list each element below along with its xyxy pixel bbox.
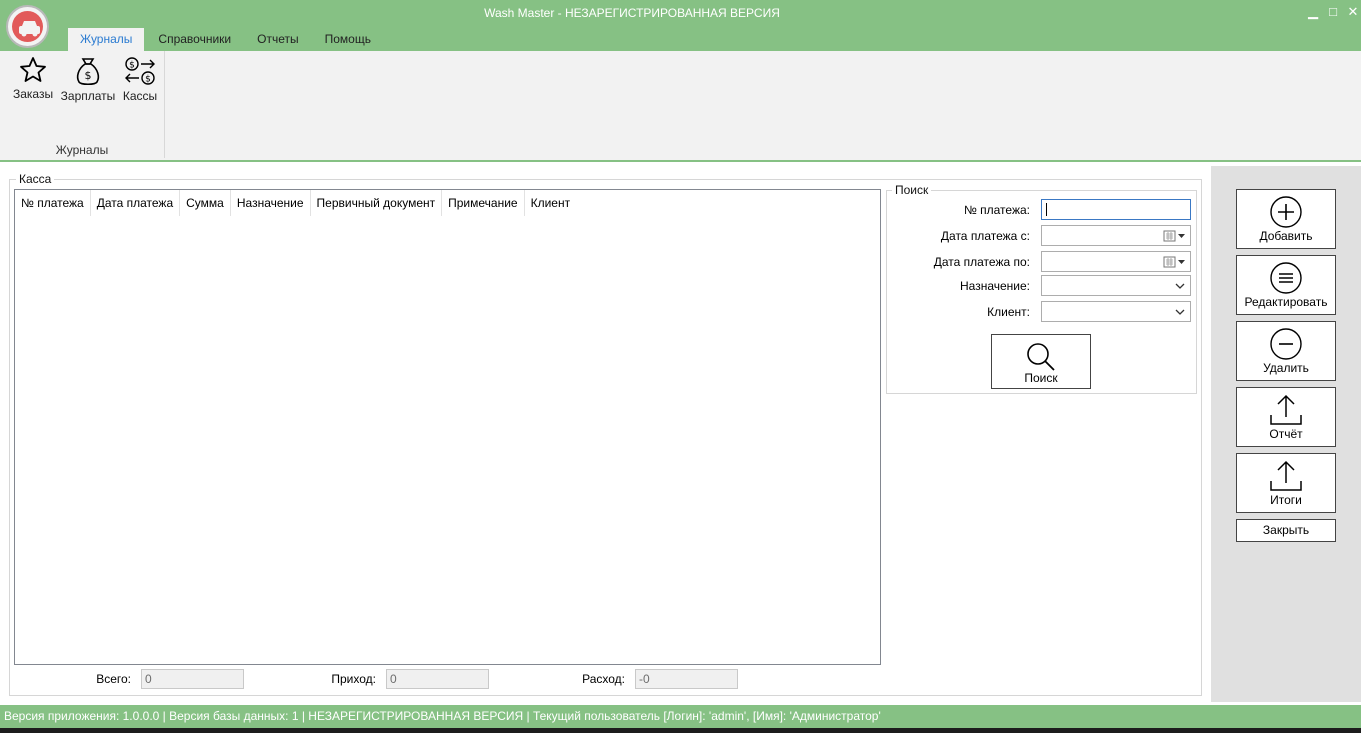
- minus-circle-icon: [1270, 328, 1302, 360]
- delete-button[interactable]: Удалить: [1236, 321, 1336, 381]
- column-header-payment-no[interactable]: № платежа: [15, 190, 91, 216]
- column-header-note[interactable]: Примечание: [442, 190, 525, 216]
- status-bar: Версия приложения: 1.0.0.0 | Версия базы…: [0, 705, 1361, 728]
- ribbon-group-label: Журналы: [55, 143, 109, 157]
- svg-text:$: $: [129, 61, 135, 71]
- window-title: Wash Master - НЕЗАРЕГИСТРИРОВАННАЯ ВЕРСИ…: [484, 6, 780, 20]
- ribbon-orders-button[interactable]: Заказы: [13, 55, 53, 101]
- income-label: Приход:: [331, 672, 376, 686]
- totals-button-label: Итоги: [1270, 493, 1302, 507]
- maximize-button[interactable]: □: [1325, 4, 1341, 20]
- close-window-button[interactable]: ✕: [1345, 4, 1361, 20]
- star-icon: [20, 57, 46, 82]
- chevron-down-icon: [1175, 309, 1185, 315]
- edit-button-label: Редактировать: [1244, 295, 1328, 309]
- tab-journals[interactable]: Журналы: [68, 28, 145, 51]
- svg-text:$: $: [145, 75, 151, 85]
- expense-label: Расход:: [582, 672, 625, 686]
- text-caret: [1046, 203, 1047, 216]
- money-bag-icon: $: [76, 58, 100, 86]
- add-button[interactable]: Добавить: [1236, 189, 1336, 249]
- client-label: Клиент:: [987, 305, 1030, 319]
- upload-icon: [1270, 394, 1302, 425]
- search-icon: [1027, 343, 1055, 371]
- edit-button[interactable]: Редактировать: [1236, 255, 1336, 315]
- ribbon-cashboxes-button[interactable]: $ $ Кассы: [120, 55, 160, 103]
- report-button[interactable]: Отчёт: [1236, 387, 1336, 447]
- close-button[interactable]: Закрыть: [1236, 519, 1336, 542]
- menu-tabs: Журналы Справочники Отчеты Помощь: [68, 28, 385, 51]
- delete-button-label: Удалить: [1263, 361, 1309, 375]
- add-button-label: Добавить: [1259, 229, 1313, 243]
- date-from-label: Дата платежа с:: [940, 229, 1030, 243]
- search-button-label: Поиск: [1024, 371, 1058, 385]
- total-field: 0: [141, 669, 244, 689]
- expense-field: -0: [635, 669, 738, 689]
- calendar-dropdown-icon[interactable]: [1163, 255, 1187, 269]
- car-icon: [19, 21, 40, 37]
- menu-circle-icon: [1270, 262, 1302, 294]
- total-label: Всего:: [96, 672, 131, 686]
- currency-exchange-icon: $ $: [125, 57, 155, 85]
- plus-circle-icon: [1270, 196, 1302, 228]
- payments-grid[interactable]: № платежа Дата платежа Сумма Назначение …: [14, 189, 881, 665]
- tab-reports[interactable]: Отчеты: [245, 28, 310, 51]
- report-button-label: Отчёт: [1269, 427, 1303, 441]
- column-header-purpose[interactable]: Назначение: [231, 190, 311, 216]
- search-button[interactable]: Поиск: [991, 334, 1091, 389]
- window-bottom-edge: [0, 728, 1361, 733]
- purpose-select[interactable]: [1041, 275, 1191, 296]
- grid-header: № платежа Дата платежа Сумма Назначение …: [15, 190, 880, 216]
- income-field: 0: [386, 669, 489, 689]
- payment-no-input[interactable]: [1041, 199, 1191, 220]
- date-to-label: Дата платежа по:: [933, 255, 1030, 269]
- column-header-amount[interactable]: Сумма: [180, 190, 231, 216]
- date-to-picker[interactable]: [1041, 251, 1191, 272]
- calendar-dropdown-icon[interactable]: [1163, 229, 1187, 243]
- purpose-label: Назначение:: [959, 279, 1030, 293]
- column-header-primary-document[interactable]: Первичный документ: [311, 190, 443, 216]
- ribbon-group-separator: [164, 51, 165, 158]
- upload-icon: [1270, 460, 1302, 491]
- kassa-legend: Касса: [16, 172, 55, 186]
- search-legend: Поиск: [892, 183, 932, 197]
- minimize-button[interactable]: ▁: [1305, 4, 1321, 20]
- ribbon: Заказы $ Зарплаты $ $ Кассы Журналы: [0, 51, 1361, 162]
- ribbon-cashboxes-label: Кассы: [122, 89, 158, 103]
- payment-no-label: № платежа:: [963, 203, 1030, 217]
- ribbon-salaries-label: Зарплаты: [60, 89, 116, 103]
- column-header-client[interactable]: Клиент: [525, 190, 577, 216]
- column-header-payment-date[interactable]: Дата платежа: [91, 190, 181, 216]
- totals-button[interactable]: Итоги: [1236, 453, 1336, 513]
- ribbon-orders-label: Заказы: [13, 87, 54, 101]
- svg-text:$: $: [85, 69, 92, 82]
- date-from-picker[interactable]: [1041, 225, 1191, 246]
- ribbon-salaries-button[interactable]: $ Зарплаты: [60, 55, 116, 103]
- tab-help[interactable]: Помощь: [313, 28, 383, 51]
- tab-directories[interactable]: Справочники: [146, 28, 243, 51]
- title-bar: Wash Master - НЕЗАРЕГИСТРИРОВАННАЯ ВЕРСИ…: [0, 0, 1361, 51]
- chevron-down-icon: [1175, 283, 1185, 289]
- client-select[interactable]: [1041, 301, 1191, 322]
